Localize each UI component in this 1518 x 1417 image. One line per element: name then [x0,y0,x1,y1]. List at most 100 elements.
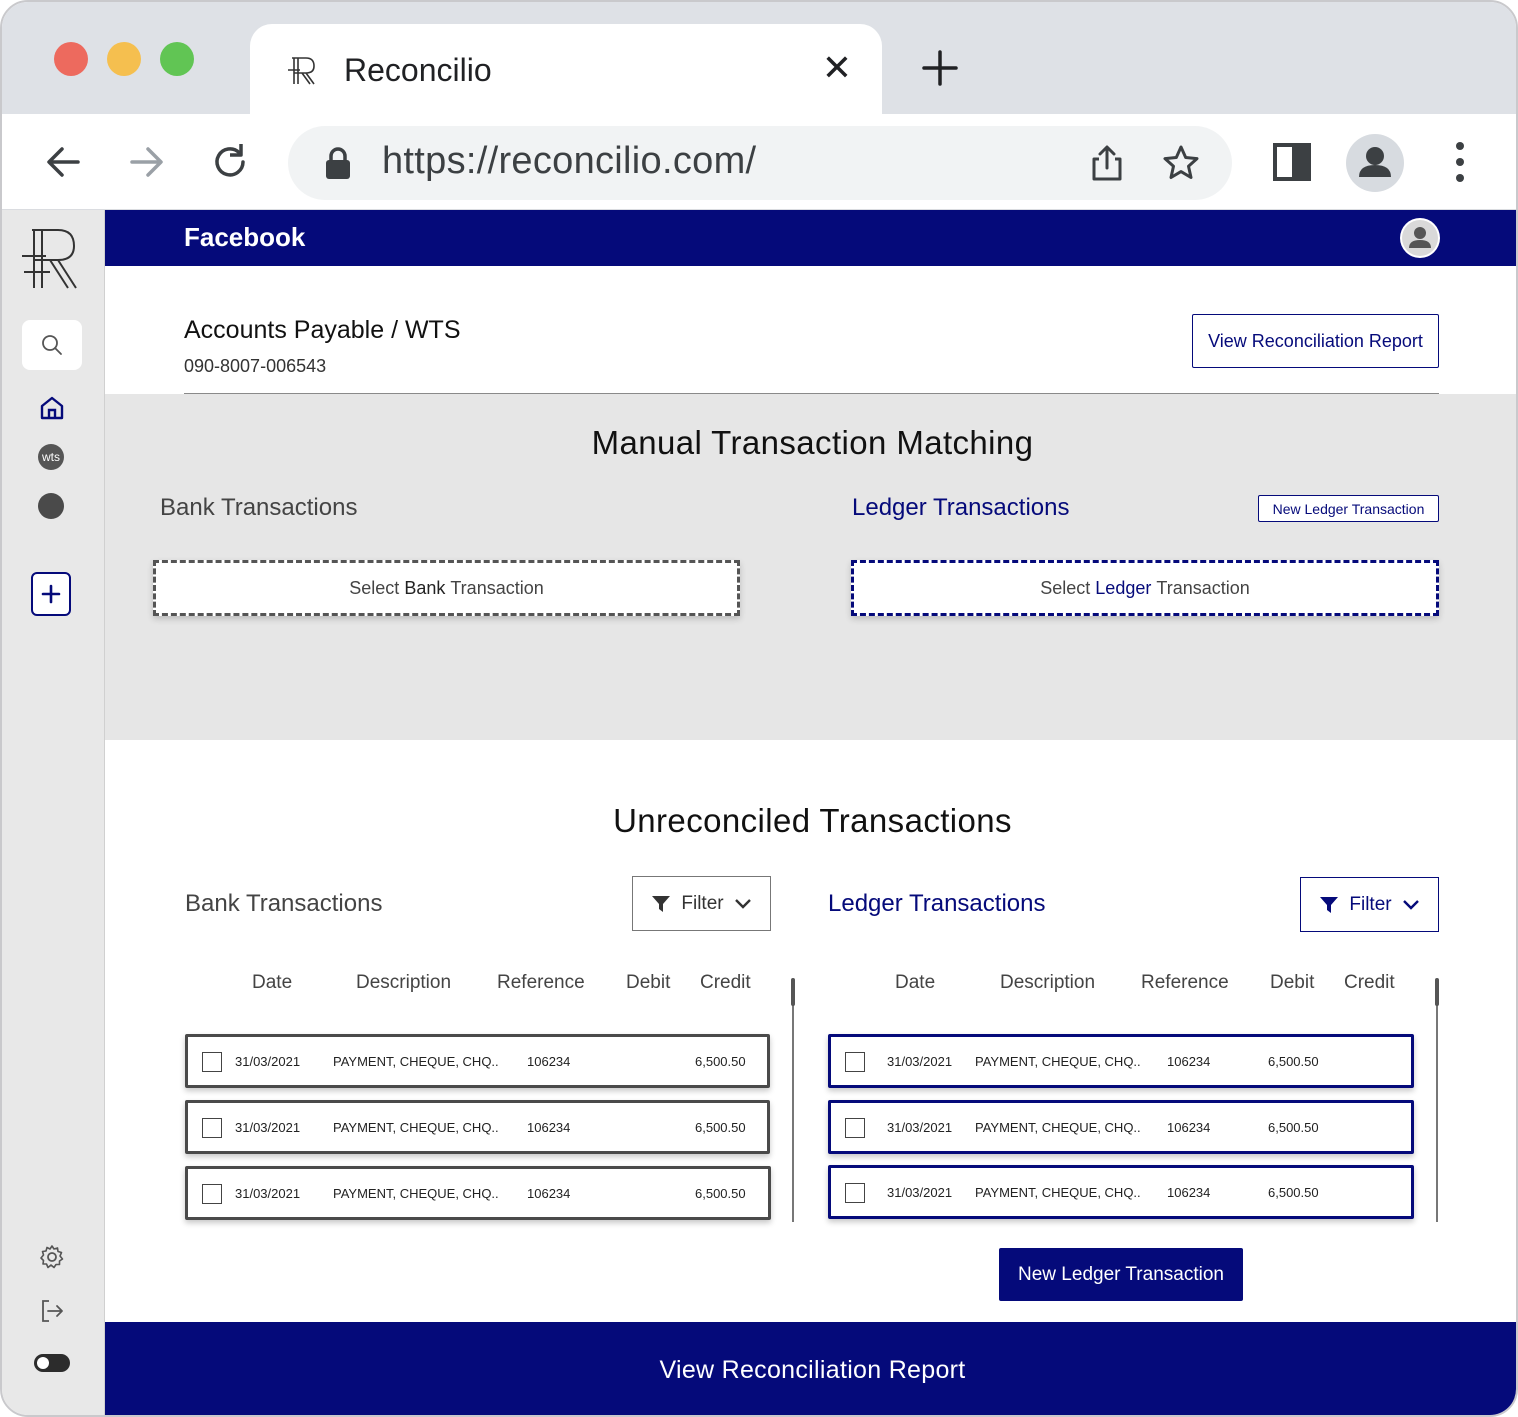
manual-matching-panel: Manual Transaction Matching Bank Transac… [105,394,1516,740]
bank-col-date: Date [252,972,293,993]
row-reference: 106234 [527,1120,571,1135]
row-date: 31/03/2021 [887,1120,953,1135]
filter-funnel-icon [652,895,671,912]
row-description: PAYMENT, CHEQUE, CHQ.. [975,1120,1141,1135]
row-date: 31/03/2021 [235,1054,301,1069]
share-icon[interactable] [1088,144,1126,182]
person-icon [1359,147,1391,177]
plus-icon [41,584,61,604]
home-icon[interactable] [38,394,66,422]
maximize-window-button[interactable] [160,42,194,76]
gear-icon[interactable] [38,1243,66,1271]
row-credit: 6,500.50 [695,1120,746,1135]
theme-toggle[interactable] [34,1354,70,1372]
ledger-table-row[interactable]: 31/03/2021 PAYMENT, CHEQUE, CHQ.. 106234… [828,1165,1414,1219]
row-checkbox[interactable] [845,1052,865,1072]
ledger-filter-label: Filter [1349,893,1392,915]
ledger-col-credit: Credit [1344,972,1395,993]
person-icon [1402,220,1438,256]
row-description: PAYMENT, CHEQUE, CHQ.. [333,1186,499,1201]
bank-col-debit: Debit [626,972,671,993]
select-bank-transaction-slot[interactable]: Select Bank Transaction [153,560,740,616]
browser-toolbar: https://reconcilio.com/ [2,114,1516,210]
back-icon[interactable] [42,140,86,184]
bank-col-reference: Reference [497,972,585,993]
bank-filter-button[interactable]: Filter [632,876,771,931]
browser-window: Reconcilio ✕ https://reconcilio.com/ wts… [0,0,1518,1417]
unreconciled-bank-title: Bank Transactions [185,890,383,917]
new-ledger-transaction-small-button[interactable]: New Ledger Transaction [1258,495,1439,522]
sidebar-item-wts[interactable]: wts [38,444,64,470]
row-checkbox[interactable] [845,1118,865,1138]
bank-table-row[interactable]: 31/03/2021 PAYMENT, CHEQUE, CHQ.. 106234… [185,1034,770,1088]
row-checkbox[interactable] [202,1118,222,1138]
ledger-scroll-track[interactable] [1436,980,1438,1222]
bank-slot-prefix: Select [349,577,400,598]
row-reference: 106234 [1167,1054,1211,1069]
chevron-down-icon [1402,899,1419,910]
row-description: PAYMENT, CHEQUE, CHQ.. [975,1054,1141,1069]
row-debit: 6,500.50 [1268,1054,1319,1069]
row-reference: 106234 [1167,1185,1211,1200]
bank-scroll-thumb[interactable] [791,978,795,1006]
sidebar-panel-icon[interactable] [1270,140,1314,184]
row-credit: 6,500.50 [695,1186,746,1201]
ledger-col-debit: Debit [1270,972,1315,993]
reload-icon[interactable] [208,140,252,184]
logout-icon[interactable] [38,1297,66,1325]
view-reconciliation-report-button[interactable]: View Reconciliation Report [1192,314,1439,368]
ledger-col-description: Description [1000,972,1096,993]
close-tab-icon[interactable]: ✕ [822,50,852,86]
close-window-button[interactable] [54,42,88,76]
ledger-table-row[interactable]: 31/03/2021 PAYMENT, CHEQUE, CHQ.. 106234… [828,1100,1414,1154]
bank-table-row[interactable]: 31/03/2021 PAYMENT, CHEQUE, CHQ.. 106234… [185,1100,770,1154]
new-ledger-transaction-button[interactable]: New Ledger Transaction [999,1248,1243,1301]
select-ledger-transaction-slot[interactable]: Select Ledger Transaction [851,560,1439,616]
lock-icon [326,147,350,179]
row-credit: 6,500.50 [695,1054,746,1069]
profile-avatar[interactable] [1346,134,1404,192]
row-checkbox[interactable] [202,1184,222,1204]
address-bar[interactable]: https://reconcilio.com/ [288,126,1232,200]
sidebar-search-button[interactable] [22,320,82,370]
row-reference: 106234 [527,1054,571,1069]
add-account-button[interactable] [31,572,71,616]
row-description: PAYMENT, CHEQUE, CHQ.. [333,1120,499,1135]
app-header: Facebook [105,210,1516,266]
row-debit: 6,500.50 [1268,1120,1319,1135]
row-reference: 106234 [1167,1120,1211,1135]
user-avatar[interactable] [1400,218,1440,258]
bookmark-star-icon[interactable] [1162,144,1200,182]
row-checkbox[interactable] [845,1183,865,1203]
tab-bar: Reconcilio ✕ [2,2,1516,116]
bank-slot-suffix: Transaction [450,577,544,598]
sidebar: wts [2,210,105,1415]
row-date: 31/03/2021 [887,1054,953,1069]
footer-view-reconciliation-report-button[interactable]: View Reconciliation Report [105,1322,1516,1415]
new-tab-icon[interactable] [918,46,962,90]
tab-title: Reconcilio [344,52,492,88]
row-description: PAYMENT, CHEQUE, CHQ.. [333,1054,499,1069]
matching-bank-title: Bank Transactions [160,494,358,521]
forward-icon[interactable] [124,140,168,184]
row-checkbox[interactable] [202,1052,222,1072]
bank-table-row[interactable]: 31/03/2021 PAYMENT, CHEQUE, CHQ.. 106234… [185,1166,771,1220]
bank-filter-label: Filter [681,892,724,914]
active-tab[interactable]: Reconcilio ✕ [250,24,882,116]
row-date: 31/03/2021 [235,1186,301,1201]
url-text[interactable]: https://reconcilio.com/ [382,140,756,183]
ledger-slot-word: Ledger [1095,577,1152,598]
ledger-filter-button[interactable]: Filter [1300,877,1439,932]
manual-matching-title: Manual Transaction Matching [591,424,1034,461]
sidebar-item-account[interactable] [38,493,64,519]
account-title: Accounts Payable / WTS [184,316,461,344]
bank-slot-word: Bank [404,577,446,598]
ledger-slot-suffix: Transaction [1156,577,1250,598]
minimize-window-button[interactable] [107,42,141,76]
ledger-scroll-thumb[interactable] [1435,978,1439,1006]
more-menu-icon[interactable] [1438,140,1482,184]
reconcilio-logo-icon[interactable] [20,224,84,290]
bank-scroll-track[interactable] [792,980,794,1222]
bank-col-description: Description [356,972,452,993]
ledger-table-row[interactable]: 31/03/2021 PAYMENT, CHEQUE, CHQ.. 106234… [828,1034,1414,1088]
